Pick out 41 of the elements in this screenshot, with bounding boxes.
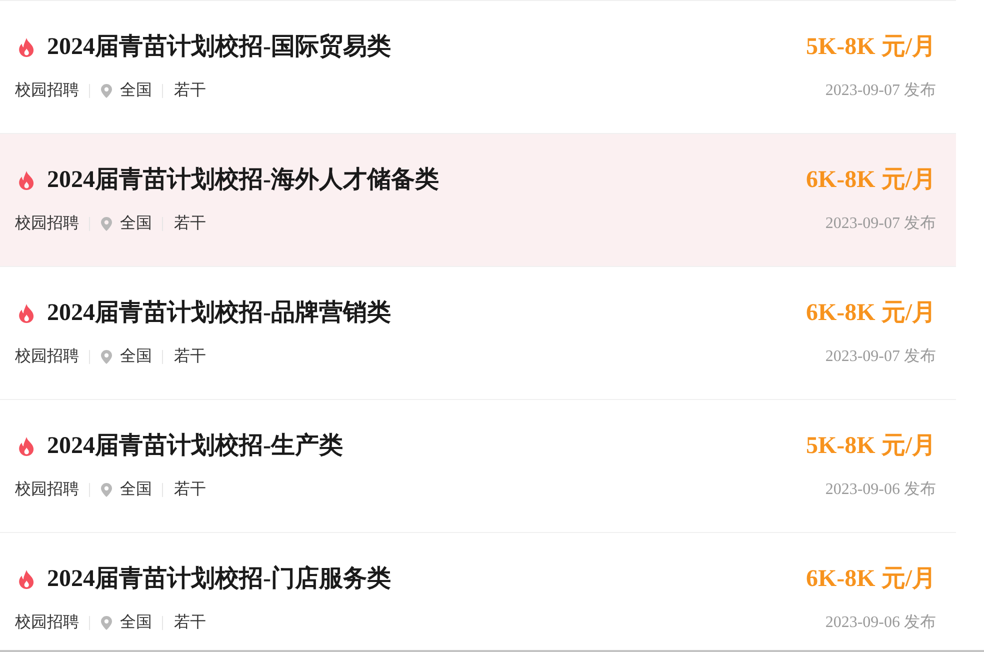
job-type: 校园招聘	[15, 347, 79, 367]
job-title: 2024届青苗计划校招-品牌营销类	[47, 298, 391, 328]
job-headcount: 若干	[174, 347, 206, 367]
location-pin-icon	[101, 217, 112, 231]
job-headcount: 若干	[174, 81, 206, 101]
job-type: 校园招聘	[15, 613, 79, 633]
job-title: 2024届青苗计划校招-国际贸易类	[47, 32, 391, 62]
job-salary: 6K-8K 元/月	[806, 299, 936, 328]
job-location: 全国	[120, 480, 152, 500]
job-type: 校园招聘	[15, 214, 79, 234]
flame-icon	[18, 570, 35, 588]
job-salary: 6K-8K 元/月	[806, 565, 936, 594]
location-pin-icon	[101, 483, 112, 497]
flame-icon	[18, 38, 35, 56]
job-headcount: 若干	[174, 480, 206, 500]
job-type: 校园招聘	[15, 480, 79, 500]
job-location: 全国	[120, 214, 152, 234]
location-pin-icon	[101, 616, 112, 630]
flame-icon	[18, 436, 35, 456]
flame-icon	[18, 304, 35, 322]
location-pin-icon	[101, 350, 112, 364]
job-title: 2024届青苗计划校招-门店服务类	[47, 564, 391, 594]
job-location: 全国	[120, 613, 152, 633]
job-salary: 5K-8K 元/月	[806, 432, 936, 461]
job-salary: 5K-8K 元/月	[806, 33, 936, 62]
job-title: 2024届青苗计划校招-生产类	[47, 431, 343, 461]
publish-date: 2023-09-06 发布	[825, 613, 936, 633]
job-location: 全国	[120, 81, 152, 101]
location-pin-icon	[101, 84, 112, 98]
job-headcount: 若干	[174, 214, 206, 234]
job-title: 2024届青苗计划校招-海外人才储备类	[47, 166, 439, 195]
job-card[interactable]: 2024届青苗计划校招-海外人才储备类 校园招聘 全国 若干 6K-8K 元/月 2023-09-07 发布	[0, 133, 956, 266]
publish-date: 2023-09-07 发布	[825, 81, 936, 101]
publish-date: 2023-09-06 发布	[825, 480, 936, 500]
publish-date: 2023-09-07 发布	[825, 347, 936, 367]
job-headcount: 若干	[174, 613, 206, 633]
flame-icon	[18, 170, 35, 190]
publish-date: 2023-09-07 发布	[825, 214, 936, 234]
job-salary: 6K-8K 元/月	[806, 166, 936, 195]
job-location: 全国	[120, 347, 152, 367]
job-type: 校园招聘	[15, 81, 79, 101]
